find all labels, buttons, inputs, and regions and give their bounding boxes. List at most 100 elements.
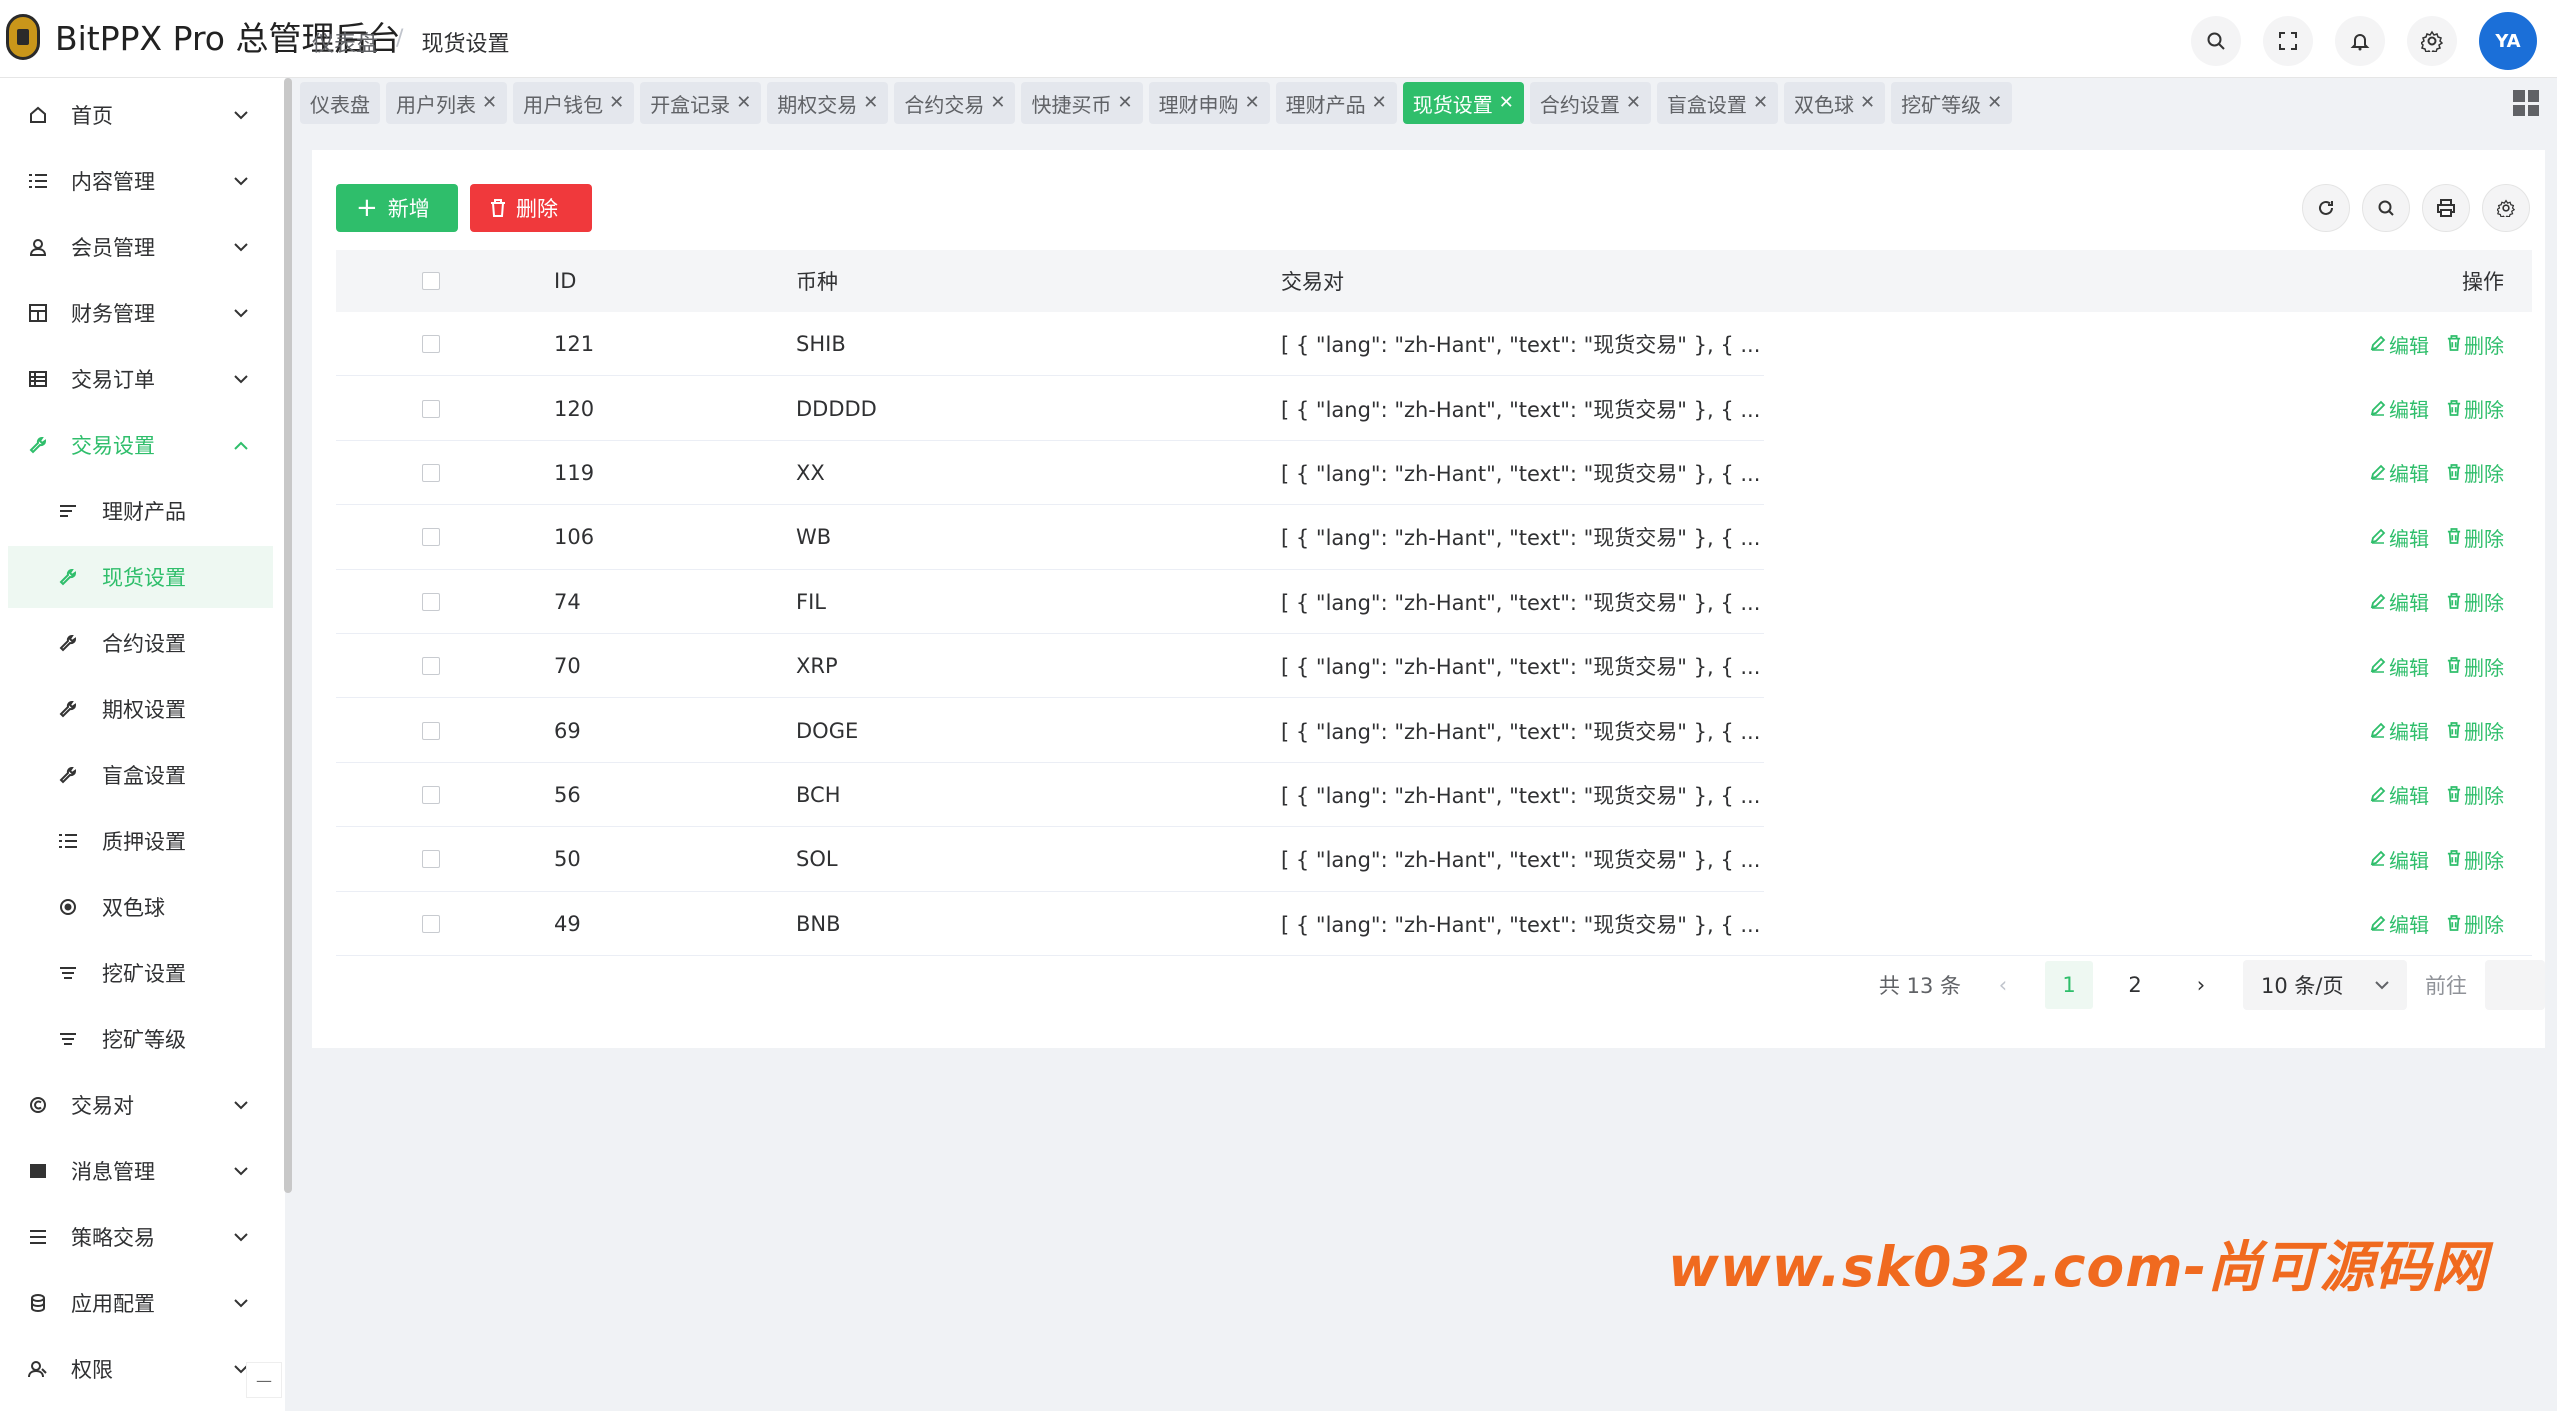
- row-delete-button[interactable]: 删除: [2447, 458, 2504, 487]
- sidebar-item-finance[interactable]: 财务管理: [8, 282, 273, 344]
- tab-options-trading[interactable]: 期权交易 ✕: [767, 82, 889, 124]
- sidebar-item-app-config[interactable]: 应用配置: [8, 1272, 273, 1334]
- close-icon[interactable]: ✕: [482, 94, 497, 112]
- search-toggle-button[interactable]: [2362, 184, 2410, 232]
- close-icon[interactable]: ✕: [990, 94, 1005, 112]
- user-avatar[interactable]: YA: [2479, 12, 2537, 70]
- row-delete-button[interactable]: 删除: [2447, 845, 2504, 874]
- close-icon[interactable]: ✕: [1987, 94, 2002, 112]
- edit-button[interactable]: 编辑: [2370, 458, 2429, 487]
- delete-button[interactable]: 删除: [470, 184, 592, 232]
- edit-button[interactable]: 编辑: [2370, 780, 2429, 809]
- fullscreen-button[interactable]: [2263, 16, 2313, 66]
- sidebar-item-trade-settings[interactable]: 交易设置: [8, 414, 273, 476]
- page-1-button[interactable]: 1: [2045, 961, 2093, 1009]
- sidebar-scrollbar[interactable]: [284, 78, 292, 1193]
- tab-user-wallet[interactable]: 用户钱包 ✕: [513, 82, 635, 124]
- search-icon: [2378, 200, 2394, 216]
- tab-lottery[interactable]: 双色球 ✕: [1784, 82, 1886, 124]
- row-checkbox[interactable]: [422, 335, 440, 354]
- edit-button[interactable]: 编辑: [2370, 909, 2429, 938]
- row-delete-button[interactable]: 删除: [2447, 523, 2504, 552]
- row-checkbox[interactable]: [422, 721, 440, 740]
- close-icon[interactable]: ✕: [1753, 94, 1768, 112]
- sidebar-item-trading-pairs[interactable]: 交易对: [8, 1074, 273, 1136]
- sidebar-item-strategy[interactable]: 策略交易: [8, 1206, 273, 1268]
- notification-button[interactable]: [2335, 16, 2385, 66]
- row-delete-button[interactable]: 删除: [2447, 587, 2504, 616]
- sidebar-item-permissions[interactable]: 权限: [8, 1338, 273, 1400]
- close-icon[interactable]: ✕: [609, 94, 624, 112]
- tab-mining-levels[interactable]: 挖矿等级 ✕: [1891, 82, 2013, 124]
- row-delete-button[interactable]: 删除: [2447, 909, 2504, 938]
- sidebar-item-mining-levels[interactable]: 挖矿等级: [8, 1008, 273, 1070]
- tab-blindbox-settings[interactable]: 盲盒设置 ✕: [1656, 82, 1779, 124]
- page-2-button[interactable]: 2: [2111, 961, 2159, 1009]
- edit-button[interactable]: 编辑: [2370, 523, 2429, 552]
- edit-button[interactable]: 编辑: [2370, 652, 2429, 681]
- sidebar-item-members[interactable]: 会员管理: [8, 216, 273, 278]
- sidebar-item-lottery[interactable]: 双色球: [8, 876, 273, 938]
- tab-contract-trading[interactable]: 合约交易 ✕: [894, 82, 1016, 124]
- row-delete-button[interactable]: 删除: [2447, 716, 2504, 745]
- row-delete-button[interactable]: 删除: [2447, 330, 2504, 359]
- add-button[interactable]: + 新增: [336, 184, 458, 232]
- tabs-menu-icon[interactable]: [2513, 90, 2539, 116]
- sidebar-item-messages[interactable]: 消息管理: [8, 1140, 273, 1202]
- tab-quick-buy[interactable]: 快捷买币 ✕: [1021, 82, 1143, 124]
- page-size-select[interactable]: 10 条/页: [2243, 960, 2407, 1010]
- close-icon[interactable]: ✕: [1245, 94, 1260, 112]
- select-all-checkbox[interactable]: [422, 272, 440, 290]
- row-checkbox[interactable]: [422, 528, 440, 547]
- sidebar-item-blindbox-settings[interactable]: 盲盒设置: [8, 744, 273, 806]
- edit-button[interactable]: 编辑: [2370, 394, 2429, 423]
- tab-wealth-products[interactable]: 理财产品 ✕: [1275, 82, 1397, 124]
- close-icon[interactable]: ✕: [863, 94, 878, 112]
- sidebar-item-options-settings[interactable]: 期权设置: [8, 678, 273, 740]
- row-checkbox[interactable]: [422, 914, 440, 933]
- column-settings-button[interactable]: [2482, 184, 2530, 232]
- row-checkbox[interactable]: [422, 399, 440, 418]
- row-checkbox[interactable]: [422, 592, 440, 611]
- row-delete-button[interactable]: 删除: [2447, 780, 2504, 809]
- tab-spot-settings[interactable]: 现货设置 ✕: [1402, 82, 1524, 124]
- tab-user-list[interactable]: 用户列表 ✕: [386, 82, 508, 124]
- search-button[interactable]: [2191, 16, 2241, 66]
- sidebar-item-content[interactable]: 内容管理: [8, 150, 273, 212]
- breadcrumb-home[interactable]: 仪表盘: [312, 26, 378, 58]
- row-checkbox[interactable]: [422, 785, 440, 804]
- close-icon[interactable]: ✕: [736, 94, 751, 112]
- row-checkbox[interactable]: [422, 463, 440, 482]
- edit-button[interactable]: 编辑: [2370, 716, 2429, 745]
- close-icon[interactable]: ✕: [1117, 94, 1132, 112]
- collapse-sidebar-button[interactable]: —: [246, 1362, 282, 1398]
- tab-box-records[interactable]: 开盒记录 ✕: [640, 82, 762, 124]
- edit-button[interactable]: 编辑: [2370, 587, 2429, 616]
- sidebar-item-staking-settings[interactable]: 质押设置: [8, 810, 273, 872]
- tab-dashboard[interactable]: 仪表盘: [300, 82, 380, 124]
- row-delete-button[interactable]: 删除: [2447, 652, 2504, 681]
- sidebar-item-mining-settings[interactable]: 挖矿设置: [8, 942, 273, 1004]
- sidebar-item-wealth-products[interactable]: 理财产品: [8, 480, 273, 542]
- settings-button[interactable]: [2407, 16, 2457, 66]
- prev-page-button[interactable]: ‹: [1979, 961, 2027, 1009]
- next-page-button[interactable]: ›: [2177, 961, 2225, 1009]
- close-icon[interactable]: ✕: [1626, 94, 1641, 112]
- close-icon[interactable]: ✕: [1499, 94, 1514, 112]
- close-icon[interactable]: ✕: [1860, 94, 1875, 112]
- sidebar-item-home[interactable]: 首页: [8, 84, 273, 146]
- sidebar-item-spot-settings[interactable]: 现货设置: [8, 546, 273, 608]
- row-checkbox[interactable]: [422, 850, 440, 869]
- row-checkbox[interactable]: [422, 657, 440, 676]
- edit-button[interactable]: 编辑: [2370, 845, 2429, 874]
- tab-wealth-subscription[interactable]: 理财申购 ✕: [1148, 82, 1270, 124]
- refresh-button[interactable]: [2302, 184, 2350, 232]
- goto-page-input[interactable]: [2485, 960, 2545, 1010]
- sidebar-item-orders[interactable]: 交易订单: [8, 348, 273, 410]
- row-delete-button[interactable]: 删除: [2447, 394, 2504, 423]
- edit-button[interactable]: 编辑: [2370, 330, 2429, 359]
- tab-contract-settings[interactable]: 合约设置 ✕: [1529, 82, 1651, 124]
- close-icon[interactable]: ✕: [1372, 94, 1387, 112]
- print-button[interactable]: [2422, 184, 2470, 232]
- sidebar-item-contract-settings[interactable]: 合约设置: [8, 612, 273, 674]
